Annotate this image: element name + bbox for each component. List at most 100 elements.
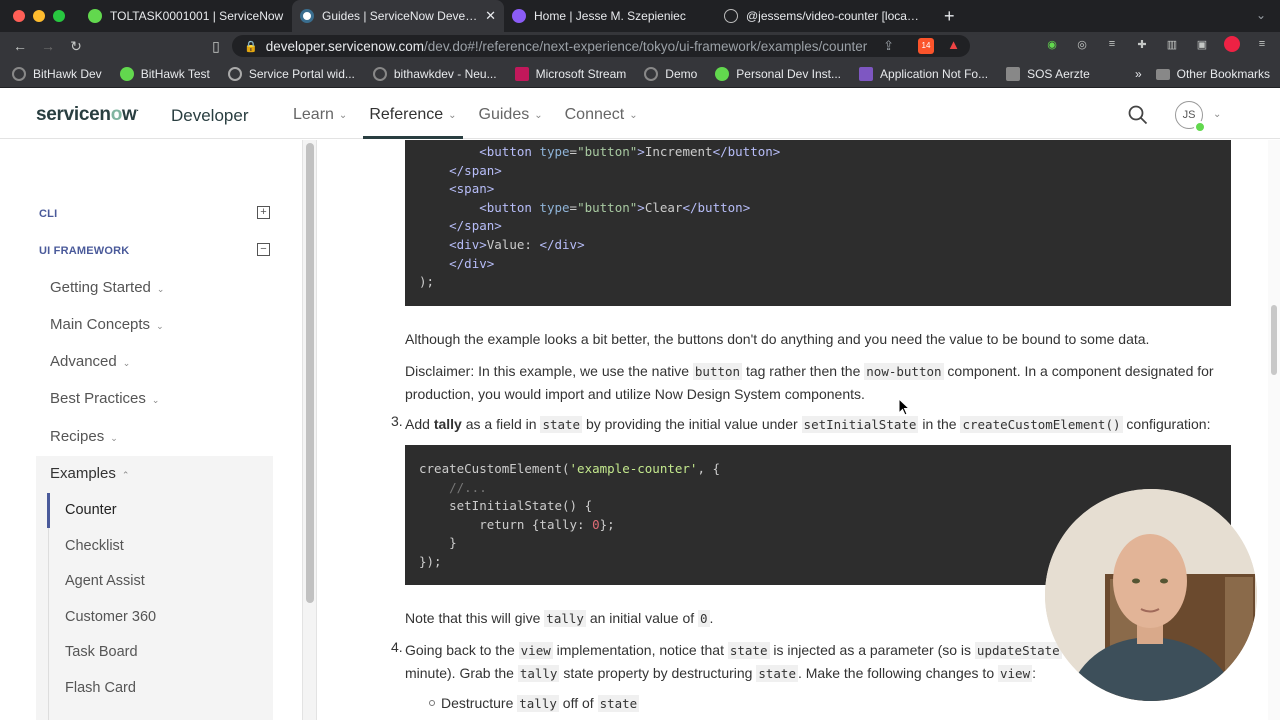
nav-reference[interactable]: Reference ⌄ [363,91,463,139]
sidebar-item-main-concepts[interactable]: Main Concepts ⌄ [50,316,164,333]
puzzle-icon[interactable]: ✚ [1134,36,1150,52]
nav-learn[interactable]: Learn ⌄ [293,91,347,139]
chevron-down-icon: ⌄ [151,395,160,405]
nav-label: Guides [478,106,530,123]
sidebar-item-counter[interactable]: Counter [65,502,117,518]
back-arrow-icon[interactable]: ← [6,38,34,54]
bookmark-item[interactable]: Demo [644,66,698,81]
bookmarks-overflow-button[interactable]: » [1135,67,1142,81]
nav-guides[interactable]: Guides ⌄ [479,91,543,139]
mouse-cursor-icon [898,398,910,416]
other-bookmarks[interactable]: Other Bookmarks [1155,67,1270,81]
code-token: setInitialState() { [449,498,593,514]
sidebar-item-agent-assist[interactable]: Agent Assist [65,573,145,589]
nav-label: Reference [369,106,444,123]
profile-icon[interactable] [1224,36,1240,52]
bookmark-item[interactable]: SOS Aerzte [1006,66,1090,81]
sidebar-toggle-icon[interactable]: ▥ [1164,36,1180,52]
text: off of [558,695,598,711]
sidebar-item-task-board[interactable]: Task Board [65,644,138,660]
chevron-down-icon: ⌄ [448,109,457,121]
extension-record-icon[interactable]: ◉ [1044,36,1060,52]
maximize-window-button[interactable] [53,10,65,22]
bookmark-item[interactable]: Application Not Fo... [859,66,988,81]
url-path: /dev.do#!/reference/next-experience/toky… [424,38,868,54]
tab-search-chevron-icon[interactable]: ⌄ [1256,8,1266,22]
bookmark-favicon-icon [227,66,242,81]
code-token: createCustomElement( [419,461,570,476]
code-line: ); [419,273,1231,292]
brave-shield-icon[interactable]: 14 [918,38,934,54]
search-icon[interactable] [1128,105,1148,125]
bookmark-item[interactable]: bithawkdev - Neu... [372,66,497,81]
inline-code: now-button [864,363,944,380]
collapse-icon[interactable]: − [257,243,270,256]
sidebar-item-checklist[interactable]: Checklist [65,538,124,554]
browser-tab-2[interactable]: Guides | ServiceNow Developer ✕ [292,0,504,32]
text: as a field in [461,416,541,432]
browser-tab-bar: TOLTASK0001001 | ServiceNow Guides | Ser… [0,0,1280,32]
chevron-down-icon[interactable]: ⌄ [1213,109,1221,120]
bookmark-label: Demo [665,66,698,81]
inline-code: state [540,416,583,433]
close-tab-icon[interactable]: ✕ [485,8,496,24]
nav-connect[interactable]: Connect ⌄ [565,91,638,139]
browser-tab-1[interactable]: TOLTASK0001001 | ServiceNow [80,0,292,32]
code-token: type [539,144,570,159]
code-token: return {tally: [479,516,593,532]
minimize-window-button[interactable] [33,10,45,22]
wallet-icon[interactable]: ▣ [1194,36,1210,52]
bookmark-item[interactable]: BitHawk Dev [12,66,102,81]
browser-menu-icon[interactable]: ≡ [1254,36,1270,52]
close-window-button[interactable] [13,10,25,22]
browser-tab-3[interactable]: Home | Jesse M. Szepieniec [504,0,716,32]
sidebar-item-getting-started[interactable]: Getting Started ⌄ [50,279,164,296]
extension-translate-icon[interactable]: ◎ [1074,36,1090,52]
section-ui-framework[interactable]: UI FRAMEWORK [39,245,129,257]
bookmark-item[interactable]: Service Portal wid... [227,66,355,81]
code-line: <span> [449,181,495,197]
text: tag rather then the [742,363,865,379]
url-bar[interactable]: 🔒 developer.servicenow.com/dev.do#!/refe… [232,35,970,57]
sidebar-item-recipes[interactable]: Recipes ⌄ [50,428,118,445]
sidebar-item-advanced[interactable]: Advanced ⌄ [50,353,130,370]
inline-code: tally [517,665,560,682]
sidebar-scrollbar-thumb[interactable] [306,143,314,603]
inline-code: updateState [974,642,1062,659]
nav-label: Connect [564,106,625,123]
browser-tab-4[interactable]: @jessems/video-counter [local dev] [716,0,928,32]
bookmark-item[interactable]: Personal Dev Inst... [715,66,841,81]
page-scrollbar-thumb[interactable] [1271,305,1277,375]
code-token: span [464,162,495,178]
code-token: 'example-counter' [569,461,698,476]
bookmark-label: SOS Aerzte [1027,66,1090,81]
other-bookmarks-label: Other Bookmarks [1176,67,1270,81]
bookmark-page-icon[interactable]: ▯ [202,38,230,55]
site-info-icon[interactable]: 🔒 [244,40,258,53]
text: : [1032,665,1036,681]
text: . [709,610,714,626]
stream-favicon-icon [514,66,529,81]
share-icon[interactable]: ⇪ [883,38,894,54]
sidebar-item-examples[interactable]: Examples ⌃ [50,465,129,482]
product-label: Developer [171,106,249,125]
site-header: servicenow. Developer Learn ⌄ Reference ⌄ … [0,91,1280,139]
bookmark-item[interactable]: Microsoft Stream [514,66,626,81]
text: in the [918,416,961,432]
brave-rewards-icon[interactable]: ▲ [947,37,960,52]
bookmark-item[interactable]: BitHawk Test [119,66,210,81]
new-tab-button[interactable]: + [944,6,955,27]
chevron-down-icon: ⌄ [534,109,543,121]
inline-code: setInitialState [801,416,919,433]
sidebar-item-customer-360[interactable]: Customer 360 [65,609,156,625]
forward-arrow-icon[interactable]: → [34,38,62,54]
extension-menu-icon[interactable]: ≡ [1104,36,1120,52]
expand-icon[interactable]: + [257,206,270,219]
sidebar-item-flash-card[interactable]: Flash Card [65,680,136,696]
reload-icon[interactable]: ↻ [62,38,90,55]
section-cli[interactable]: CLI [39,208,57,220]
servicenow-logo[interactable]: servicenow. [36,104,139,126]
sidebar-item-best-practices[interactable]: Best Practices ⌄ [50,390,159,407]
bookmark-label: bithawkdev - Neu... [393,66,497,81]
page-scrollbar[interactable] [1268,140,1280,720]
